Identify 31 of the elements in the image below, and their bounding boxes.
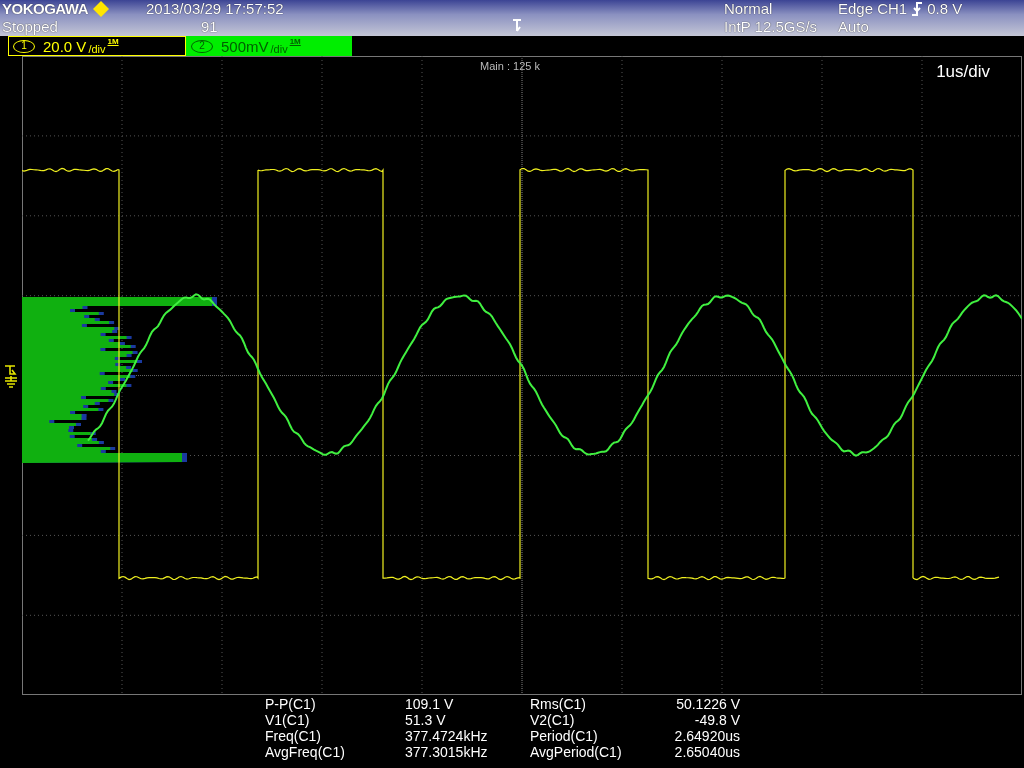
run-state: Stopped <box>2 18 58 35</box>
measurement-name: P-P(C1) <box>265 696 317 712</box>
trigger-level-icon <box>3 363 19 388</box>
date-time: 2013/03/29 17:57:52 <box>146 0 284 17</box>
measurement-value: 109.1 V <box>405 696 455 712</box>
measurement-name: V2(C1) <box>530 712 576 728</box>
timebase-label: 1us/div <box>936 62 990 82</box>
measurement-value: 50.1226 V <box>675 696 741 712</box>
sample-rate: IntP 12.5GS/s <box>724 18 818 35</box>
trigger-level: 0.8 V <box>927 0 963 18</box>
measurement-value: 377.3015kHz <box>405 744 489 760</box>
trigger-coupling: Auto <box>838 18 869 35</box>
measurement-name: AvgFreq(C1) <box>265 744 346 760</box>
measurement-value: 2.65040us <box>673 744 741 760</box>
measurement-name: V1(C1) <box>265 712 311 728</box>
measurement-name: Freq(C1) <box>265 728 322 744</box>
measurement-name: AvgPeriod(C1) <box>530 744 623 760</box>
measurement-name: Rms(C1) <box>530 696 587 712</box>
measurement-value: 377.4724kHz <box>405 728 489 744</box>
trigger-mode: Normal <box>724 0 773 17</box>
trigger-position-icon <box>512 18 522 32</box>
measurement-value: 2.64920us <box>673 728 741 744</box>
brand-logo-text: YOKOGAWA <box>2 0 88 18</box>
acquisition-count: 91 <box>201 18 218 35</box>
measurement-value: 51.3 V <box>405 712 447 728</box>
trigger-type: Edge CH1 <box>838 0 908 18</box>
diamond-icon <box>92 0 110 18</box>
measurement-value: -49.8 V <box>693 712 741 728</box>
zoom-label: Main : 125 k <box>480 60 540 72</box>
measurement-name: Period(C1) <box>530 728 599 744</box>
falling-edge-icon <box>911 2 924 16</box>
